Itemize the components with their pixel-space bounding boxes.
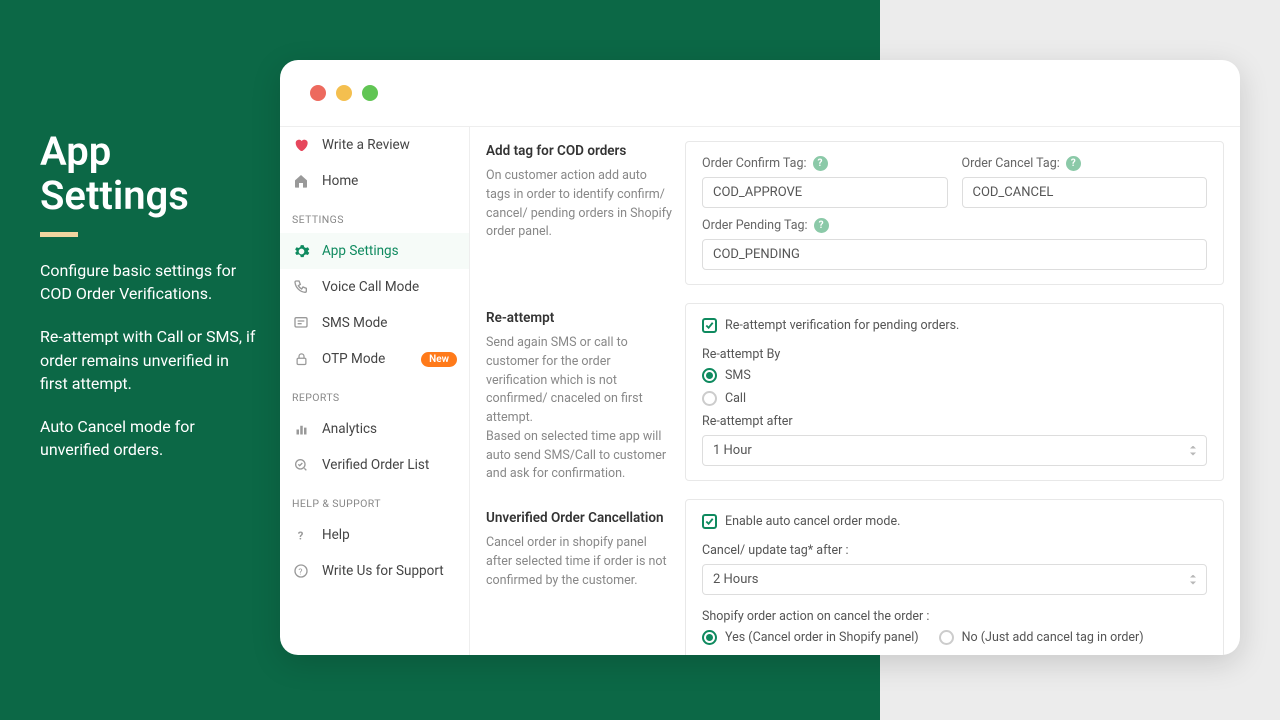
order-pending-label: Order Pending Tag: [702,218,808,233]
gear-icon [292,242,310,260]
card-tags: Order Confirm Tag:? Order Cancel Tag:? O… [685,141,1224,285]
app-window: Write a Review Home SETTINGS App Setting… [280,60,1240,655]
order-cancel-input[interactable] [962,177,1208,208]
svg-text:?: ? [297,529,303,542]
order-pending-input[interactable] [702,239,1207,270]
order-cancel-label: Order Cancel Tag: [962,156,1060,171]
help-icon[interactable]: ? [813,156,828,171]
reattempt-checkbox[interactable] [702,318,717,333]
auto-cancel-checkbox-label: Enable auto cancel order mode. [725,514,900,529]
sidebar-label: Write Us for Support [322,563,444,579]
sidebar-item-app-settings[interactable]: App Settings [280,233,469,269]
question-icon: ? [292,526,310,544]
sidebar-item-sms[interactable]: SMS Mode [280,305,469,341]
cancel-after-label: Cancel/ update tag* after : [702,543,1207,558]
radio-icon [939,630,954,645]
sidebar-label: Verified Order List [322,457,429,473]
sidebar-item-verified-orders[interactable]: Verified Order List [280,447,469,483]
sidebar-item-write-review[interactable]: Write a Review [280,127,469,163]
form-column: Order Confirm Tag:? Order Cancel Tag:? O… [685,127,1240,655]
card-reattempt: Re-attempt verification for pending orde… [685,303,1224,481]
lock-icon [292,350,310,368]
cancel-after-select[interactable]: 2 Hours [702,564,1207,595]
sidebar-heading-reports: REPORTS [280,377,469,411]
order-confirm-input[interactable] [702,177,948,208]
sidebar-label: SMS Mode [322,315,387,331]
select-value: 1 Hour [713,443,752,458]
hero-p1: Configure basic settings for COD Order V… [40,259,260,305]
radio-icon [702,630,717,645]
traffic-light-zoom[interactable] [362,85,378,101]
reattempt-by-label: Re-attempt By [702,347,1207,362]
sidebar-label: OTP Mode [322,351,385,367]
sidebar-item-analytics[interactable]: Analytics [280,411,469,447]
radio-icon [702,368,717,383]
hero-accent-bar [40,232,78,237]
section-desc-cancel: Cancel order in shopify panel after sele… [486,534,673,590]
hero-p3: Auto Cancel mode for unverified orders. [40,415,260,461]
sidebar-label: Write a Review [322,137,410,153]
card-cancellation: Enable auto cancel order mode. Cancel/ u… [685,499,1224,655]
new-badge: New [421,352,457,367]
home-icon [292,172,310,190]
reattempt-checkbox-label: Re-attempt verification for pending orde… [725,318,959,333]
reattempt-radio-sms[interactable]: SMS [702,368,1207,383]
sidebar-label: App Settings [322,243,399,259]
help-icon[interactable]: ? [1066,156,1081,171]
shopify-action-label: Shopify order action on cancel the order… [702,609,1207,624]
sidebar-item-write-us[interactable]: ? Write Us for Support [280,553,469,589]
sidebar-item-home[interactable]: Home [280,163,469,199]
auto-cancel-checkbox[interactable] [702,514,717,529]
hero-title: App Settings [40,130,260,218]
sidebar: Write a Review Home SETTINGS App Setting… [280,127,470,655]
reattempt-after-select[interactable]: 1 Hour [702,435,1207,466]
section-title-reattempt: Re-attempt [486,310,673,326]
svg-text:?: ? [298,567,302,577]
order-confirm-label: Order Confirm Tag: [702,156,807,171]
traffic-light-minimize[interactable] [336,85,352,101]
verified-icon [292,456,310,474]
section-desc-reattempt: Send again SMS or call to customer for t… [486,334,673,484]
radio-label: No (Just add cancel tag in order) [962,630,1144,645]
sidebar-item-otp[interactable]: OTP Mode New [280,341,469,377]
reattempt-radio-call[interactable]: Call [702,391,1207,406]
sidebar-heading-settings: SETTINGS [280,199,469,233]
reattempt-after-label: Re-attempt after [702,414,1207,429]
select-value: 2 Hours [713,572,759,587]
sidebar-heading-help: HELP & SUPPORT [280,483,469,517]
chart-icon [292,420,310,438]
sidebar-label: Home [322,173,358,189]
traffic-light-close[interactable] [310,85,326,101]
support-icon: ? [292,562,310,580]
heart-icon [292,136,310,154]
hero-text: App Settings Configure basic settings fo… [40,130,260,481]
content-area: Add tag for COD orders On customer actio… [470,127,1240,655]
section-title-cancel: Unverified Order Cancellation [486,510,673,526]
cancel-radio-yes[interactable]: Yes (Cancel order in Shopify panel) [702,630,919,645]
section-desc-tags: On customer action add auto tags in orde… [486,167,673,242]
sms-icon [292,314,310,332]
window-titlebar [280,60,1240,126]
radio-icon [702,391,717,406]
description-column: Add tag for COD orders On customer actio… [470,127,685,655]
phone-icon [292,278,310,296]
section-title-tags: Add tag for COD orders [486,143,673,159]
radio-label: SMS [725,368,751,383]
cancel-radio-no[interactable]: No (Just add cancel tag in order) [939,630,1144,645]
radio-label: Yes (Cancel order in Shopify panel) [725,630,919,645]
radio-label: Call [725,391,746,406]
sidebar-label: Voice Call Mode [322,279,419,295]
help-icon[interactable]: ? [814,218,829,233]
sidebar-item-help[interactable]: ? Help [280,517,469,553]
sidebar-label: Help [322,527,350,543]
sidebar-item-voice-call[interactable]: Voice Call Mode [280,269,469,305]
hero-p2: Re-attempt with Call or SMS, if order re… [40,325,260,395]
sidebar-label: Analytics [322,421,377,437]
